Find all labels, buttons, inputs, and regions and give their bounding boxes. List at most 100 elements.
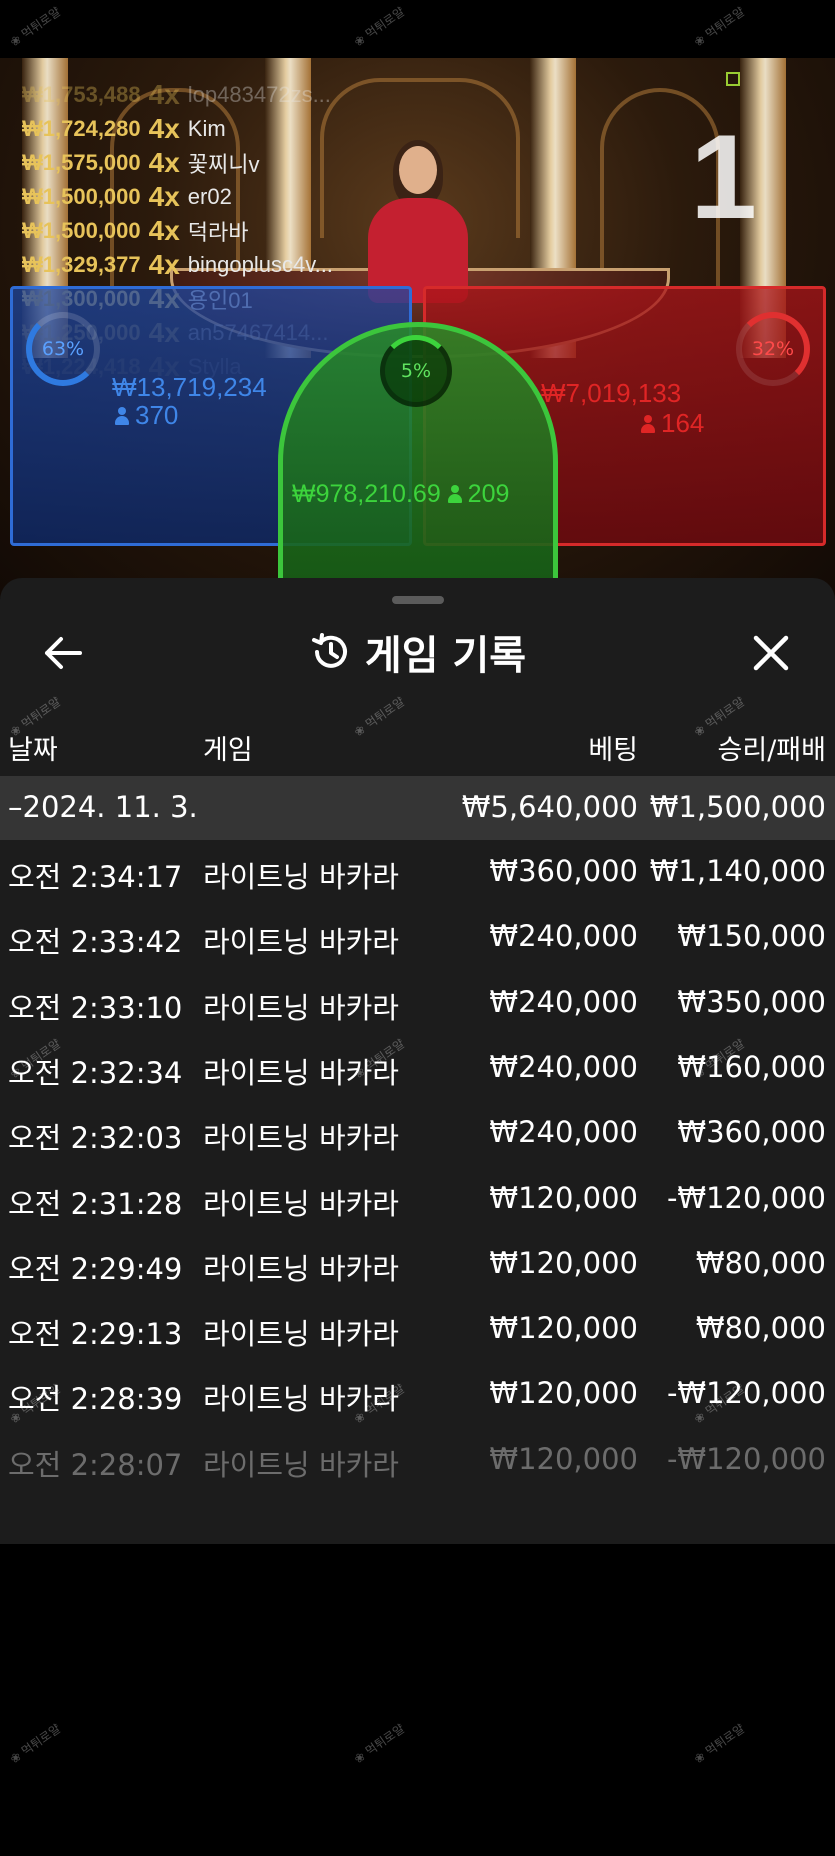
group-bet-total: ₩5,640,000 [461, 790, 638, 824]
dealer-face [399, 146, 437, 194]
row-result: -₩120,000 [666, 1441, 826, 1476]
row-result: ₩360,000 [677, 1115, 826, 1150]
row-bet: ₩120,000 [489, 1441, 638, 1476]
column-header-bet: 베팅 [588, 735, 638, 766]
leaderboard-amount: ₩1,753,488 [22, 82, 141, 107]
leaderboard-player-name: Kim [187, 116, 226, 141]
row-bet: ₩240,000 [489, 1049, 638, 1084]
drag-handle[interactable] [392, 596, 444, 604]
row-result: ₩350,000 [677, 984, 826, 1019]
row-game: 라이트닝 바카라 [203, 925, 399, 960]
row-bet: ₩240,000 [489, 1115, 638, 1150]
row-game: 라이트닝 바카라 [203, 1186, 399, 1221]
history-row[interactable]: 오전 2:31:28 라이트닝 바카라 ₩120,000 -₩120,000 [0, 1167, 835, 1232]
row-game: 라이트닝 바카라 [203, 1121, 399, 1156]
watermark: ❀ 먹튀로얄 [7, 1721, 64, 1767]
row-game: 라이트닝 바카라 [203, 990, 399, 1025]
leaderboard-amount: ₩1,724,280 [22, 116, 141, 141]
leaderboard-multiplier: 4x [148, 215, 180, 246]
row-bet: ₩120,000 [489, 1180, 638, 1215]
history-row[interactable]: 오전 2:32:03 라이트닝 바카라 ₩240,000 ₩360,000 [0, 1101, 835, 1166]
player-bettor-count: 370 [115, 400, 178, 431]
leaderboard-amount: ₩1,329,377 [22, 252, 141, 277]
leaderboard-player-name: er02 [187, 184, 232, 209]
leaderboard-player-name: 꽃찌니v [187, 152, 260, 177]
row-time: 오전 2:34:17 [8, 860, 183, 894]
row-time: 오전 2:32:03 [8, 1121, 183, 1156]
banker-bettor-count: 164 [641, 408, 704, 439]
leaderboard-player-name: 덕라바 [187, 220, 249, 245]
watermark: ❀ 먹튀로얄 [7, 4, 64, 50]
row-time: 오전 2:29:49 [8, 1251, 183, 1286]
watermark: ❀ 먹튀로얄 [691, 4, 748, 50]
player-percent-ring: 63% [26, 312, 100, 386]
row-time: 오전 2:29:13 [8, 1317, 183, 1352]
user-icon [641, 415, 655, 433]
date-group-row[interactable]: –2024. 11. 3. ₩5,640,000 ₩1,500,000 [0, 776, 835, 840]
row-time: 오전 2:31:28 [8, 1186, 183, 1221]
watermark: ❀ 먹튀로얄 [351, 4, 408, 50]
watermark: ❀ 먹튀로얄 [691, 1721, 748, 1767]
history-row[interactable]: 오전 2:33:42 라이트닝 바카라 ₩240,000 ₩150,000 [0, 905, 835, 970]
banker-count-value: 164 [661, 408, 705, 438]
tie-count-value: 209 [467, 480, 510, 508]
leaderboard-multiplier: 4x [148, 249, 180, 280]
history-row[interactable]: 오전 2:33:10 라이트닝 바카라 ₩240,000 ₩350,000 [0, 971, 835, 1036]
row-time: 오전 2:28:07 [8, 1447, 183, 1482]
column-header-result: 승리/패배 [717, 735, 826, 766]
row-result: ₩150,000 [677, 919, 826, 954]
leaderboard-row: ₩1,500,000 4x 덕라바 [22, 214, 333, 248]
banker-percent-ring: 32% [736, 312, 810, 386]
sheet-title: 게임 기록 [364, 633, 527, 679]
leaderboard-multiplier: 4x [148, 113, 180, 144]
row-game: 라이트닝 바카라 [203, 860, 399, 894]
leaderboard-row: ₩1,500,000 4x er02 [22, 180, 333, 214]
leaderboard-multiplier: 4x [148, 181, 180, 212]
leaderboard-amount: ₩1,500,000 [22, 218, 141, 243]
row-result: -₩120,000 [666, 1180, 826, 1215]
row-time: 오전 2:33:42 [8, 925, 183, 960]
history-row[interactable]: 오전 2:28:07 라이트닝 바카라 ₩120,000 -₩120,000 [0, 1428, 835, 1493]
history-icon [311, 633, 347, 668]
user-icon [447, 485, 462, 503]
tie-bet-info: ₩978,210.69 209 [292, 480, 509, 509]
row-time: 오전 2:33:10 [8, 990, 183, 1025]
row-bet: ₩120,000 [489, 1376, 638, 1411]
player-count-value: 370 [135, 400, 179, 430]
close-button[interactable] [744, 626, 798, 680]
watermark: ❀ 먹튀로얄 [351, 1721, 408, 1767]
row-game: 라이트닝 바카라 [203, 1447, 399, 1482]
leaderboard-multiplier: 4x [148, 79, 180, 110]
row-result: ₩1,140,000 [649, 854, 826, 888]
banker-bet-amount: ₩7,019,133 [541, 378, 682, 408]
stream-indicator-icon [726, 72, 740, 86]
close-icon [753, 635, 789, 671]
row-game: 라이트닝 바카라 [203, 1251, 399, 1286]
leaderboard-amount: ₩1,500,000 [22, 184, 141, 209]
tie-percent-ring: 5% [380, 335, 452, 407]
leaderboard-row: ₩1,753,488 4x lop483472zs... [22, 78, 333, 112]
leaderboard-row: ₩1,724,280 4x Kim [22, 112, 333, 146]
row-bet: ₩240,000 [489, 919, 638, 954]
history-row[interactable]: 오전 2:29:13 라이트닝 바카라 ₩120,000 ₩80,000 [0, 1297, 835, 1362]
row-game: 라이트닝 바카라 [203, 1317, 399, 1352]
leaderboard-row: ₩1,329,377 4x bingoplusc4v... [22, 248, 333, 282]
column-header-game: 게임 [203, 735, 253, 766]
row-result: ₩80,000 [695, 1245, 826, 1280]
leaderboard-amount: ₩1,575,000 [22, 150, 141, 175]
group-date: –2024. 11. 3. [8, 790, 198, 824]
round-number: 1 [690, 110, 757, 244]
group-result-total: ₩1,500,000 [649, 790, 826, 824]
row-bet: ₩120,000 [489, 1245, 638, 1280]
history-row[interactable]: 오전 2:29:49 라이트닝 바카라 ₩120,000 ₩80,000 [0, 1232, 835, 1297]
leaderboard-player-name: lop483472zs... [187, 82, 331, 107]
row-bet: ₩240,000 [489, 984, 638, 1019]
leaderboard-row: ₩1,575,000 4x 꽃찌니v [22, 146, 333, 180]
leaderboard-multiplier: 4x [148, 147, 180, 178]
row-bet: ₩120,000 [489, 1311, 638, 1346]
user-icon [115, 407, 129, 425]
history-row[interactable]: 오전 2:34:17 라이트닝 바카라 ₩360,000 ₩1,140,000 [0, 840, 835, 905]
leaderboard-player-name: bingoplusc4v... [187, 252, 333, 277]
player-bet-amount: ₩13,719,234 [112, 372, 267, 402]
tie-bet-amount: ₩978,210.69 [292, 480, 441, 508]
